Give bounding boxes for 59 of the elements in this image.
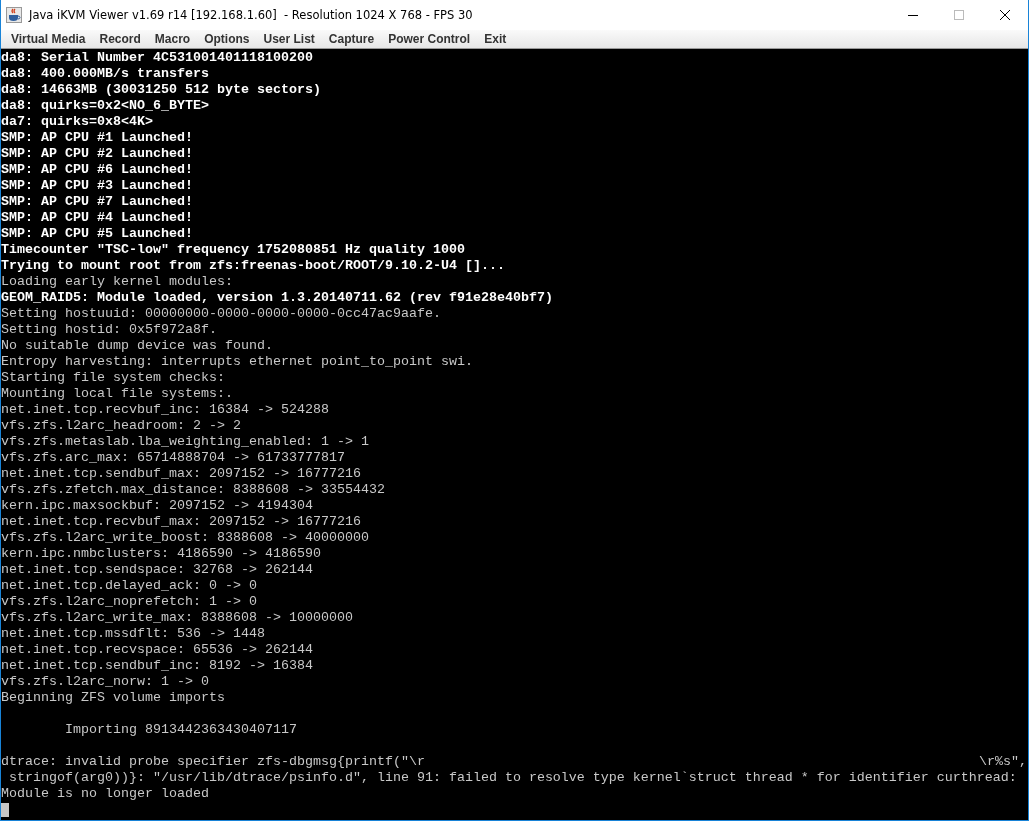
console-line: SMP: AP CPU #4 Launched! — [1, 210, 193, 226]
console-line: Mounting local file systems:. — [1, 386, 233, 402]
maximize-icon — [953, 9, 965, 21]
console-line: vfs.zfs.arc_max: 65714888704 -> 61733777817 — [1, 450, 345, 466]
console-line: net.inet.tcp.delayed_ack: 0 -> 0 — [1, 578, 257, 594]
console-line: kern.ipc.nmbclusters: 4186590 -> 4186590 — [1, 546, 321, 562]
console-line: stringof(arg0))}: "/usr/lib/dtrace/psinfo.d", line 91: failed to resolve type kernel`struct thread * for identifier curthread: — [8, 770, 1017, 786]
console-line: Setting hostuuid: 00000000-0000-0000-0000-0cc47ac9aafe. — [1, 306, 441, 322]
console-line: vfs.zfs.l2arc_noprefetch: 1 -> 0 — [1, 594, 257, 610]
console-line: Timecounter "TSC-low" frequency 1752080851 Hz quality 1000 — [1, 242, 465, 258]
console-line: Importing 8913442363430407117 — [64, 721, 297, 738]
console-line: vfs.zfs.l2arc_norw: 1 -> 0 — [1, 674, 209, 690]
console-line: SMP: AP CPU #2 Launched! — [1, 146, 193, 162]
console-line: da8: 400.000MB/s transfers — [1, 66, 209, 82]
console-line: dtrace: invalid probe specifier zfs-dbgmsg{printf("\r — [1, 753, 425, 770]
console-line: \r%s", — [979, 754, 1027, 770]
console-line: da7: quirks=0x8<4K> — [1, 114, 153, 130]
console-line: net.inet.tcp.sendbuf_inc: 8192 -> 16384 — [1, 658, 313, 674]
menu-item[interactable]: Power Control — [381, 32, 478, 46]
console-line: net.inet.tcp.recvbuf_max: 2097152 -> 16777216 — [1, 514, 361, 530]
console-line: Beginning ZFS volume imports — [1, 690, 225, 706]
console-line: SMP: AP CPU #6 Launched! — [1, 162, 193, 178]
menu-item[interactable]: Capture — [321, 32, 382, 46]
console-line: net.inet.tcp.sendbuf_max: 2097152 -> 16777216 — [1, 466, 361, 482]
console-line: net.inet.tcp.recvbuf_inc: 16384 -> 524288 — [1, 402, 329, 418]
console-line: da8: Serial Number 4C531001401118100200 — [1, 50, 313, 66]
close-icon — [999, 9, 1011, 21]
console-line: kern.ipc.maxsockbuf: 2097152 -> 4194304 — [1, 498, 313, 514]
console-line: net.inet.tcp.sendspace: 32768 -> 262144 — [1, 562, 313, 578]
console-line: net.inet.tcp.recvspace: 65536 -> 262144 — [1, 642, 313, 658]
menu-item[interactable]: Macro — [147, 32, 198, 46]
console-line: SMP: AP CPU #3 Launched! — [1, 178, 193, 194]
console-line: SMP: AP CPU #7 Launched! — [1, 194, 193, 210]
menu-item[interactable]: Options — [197, 32, 257, 46]
console-line: da8: 14663MB (30031250 512 byte sectors) — [1, 82, 321, 98]
console-line: vfs.zfs.l2arc_write_boost: 8388608 -> 40000000 — [1, 530, 369, 546]
console-line: vfs.zfs.metaslab.lba_weighting_enabled: 1 -> 1 — [1, 434, 369, 450]
menu-item[interactable]: Virtual Media — [4, 32, 93, 46]
console-line: vfs.zfs.zfetch.max_distance: 8388608 -> 33554432 — [1, 482, 385, 498]
console-line: Starting file system checks: — [1, 370, 225, 386]
console-line: Trying to mount root from zfs:freenas-boot/ROOT/9.10.2-U4 []... — [1, 258, 505, 274]
menu-item[interactable]: User List — [256, 32, 322, 46]
console-line: SMP: AP CPU #1 Launched! — [1, 130, 193, 146]
console-line: vfs.zfs.l2arc_write_max: 8388608 -> 10000000 — [1, 610, 353, 626]
console-line: Module is no longer loaded — [1, 786, 209, 802]
console-line: Entropy harvesting: interrupts ethernet point_to_point swi. — [1, 354, 473, 370]
console-line: Setting hostid: 0x5f972a8f. — [1, 322, 217, 338]
console-line: vfs.zfs.l2arc_headroom: 2 -> 2 — [1, 418, 241, 434]
coffee-cup-icon — [6, 7, 22, 23]
console-line: Loading early kernel modules: — [1, 274, 233, 290]
console-line: GEOM_RAID5: Module loaded, version 1.3.20140711.62 (rev f91e28e40bf7) — [1, 290, 553, 306]
window-title: Java iKVM Viewer v1.69 r14 [192.168.1.60] - Resolution 1024 X 768 - FPS 30 — [29, 8, 473, 22]
menu-item[interactable]: Record — [92, 32, 148, 46]
console-line: SMP: AP CPU #5 Launched! — [1, 226, 193, 242]
console-line: da8: quirks=0x2<NO_6_BYTE> — [1, 98, 209, 114]
console-line: No suitable dump device was found. — [1, 338, 273, 354]
menu-item[interactable]: Exit — [477, 32, 514, 46]
text-cursor — [1, 803, 9, 817]
console-line: net.inet.tcp.mssdflt: 536 -> 1448 — [1, 626, 265, 642]
